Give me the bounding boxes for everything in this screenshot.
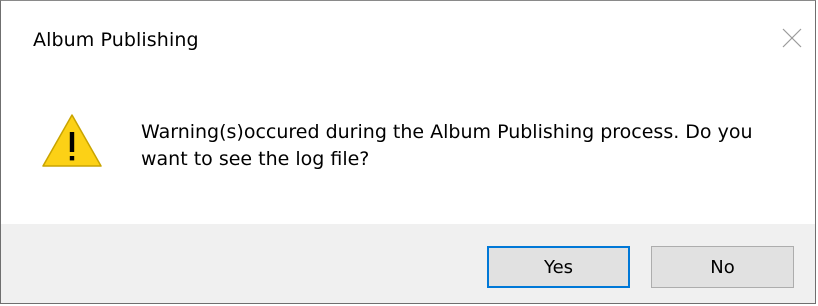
button-bar: Yes No — [1, 224, 815, 303]
warning-icon — [41, 113, 103, 169]
dialog-content: Warning(s)occured during the Album Publi… — [1, 79, 815, 224]
no-button[interactable]: No — [651, 246, 794, 288]
title-bar: Album Publishing — [1, 1, 815, 79]
dialog-title: Album Publishing — [33, 29, 199, 51]
close-button[interactable] — [769, 15, 815, 61]
dialog-message: Warning(s)occured during the Album Publi… — [141, 121, 753, 170]
message-dialog: Album Publishing Warning(s)occured durin… — [0, 0, 816, 304]
yes-button[interactable]: Yes — [487, 246, 630, 288]
close-icon — [782, 28, 802, 48]
